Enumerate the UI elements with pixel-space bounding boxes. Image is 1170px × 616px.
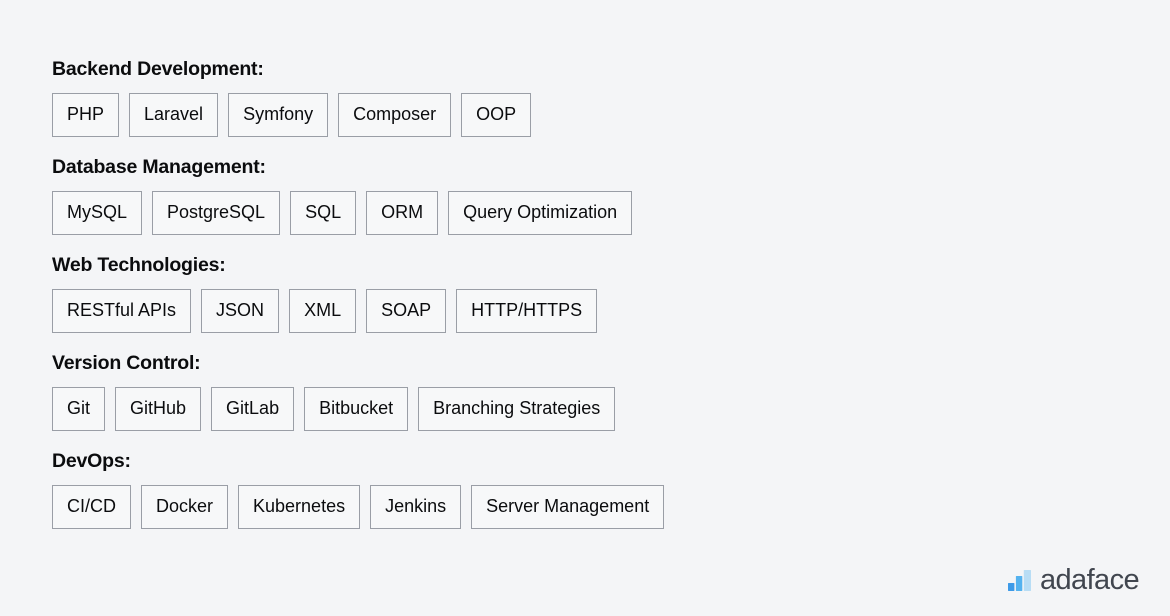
skill-tag: PHP [52,93,120,137]
skill-tag-row: RESTful APIs JSON XML SOAP HTTP/HTTPS [52,289,1052,333]
skill-tag-row: MySQL PostgreSQL SQL ORM Query Optimization [52,191,1052,235]
skill-section: DevOps: CI/CD Docker Kubernetes Jenkins Serve… [52,448,1052,529]
skill-tag: Jenkins [370,485,462,529]
skill-section: Version Control: Git GitHub GitLab Bitbucket… [52,350,1052,431]
skill-tag: Query Optimization [448,191,633,235]
skill-tag: Symfony [228,93,329,137]
skill-tag: CI/CD [52,485,131,529]
skill-tag: RESTful APIs [52,289,192,333]
skill-tag: Server Management [471,485,665,529]
skill-tag: PostgreSQL [152,191,281,235]
skill-section-heading: Database Management: [52,156,266,178]
skill-tag: SQL [290,191,357,235]
skill-tag: Git [52,387,106,431]
skill-tag: SOAP [366,289,447,333]
skill-tag: Laravel [129,93,219,137]
skill-tag: Kubernetes [238,485,361,529]
skill-section-heading: Version Control: [52,352,201,374]
skill-tag: OOP [461,93,532,137]
skills-panel: Backend Development: PHP Laravel Symfony Com… [52,56,1052,529]
adaface-wordmark: adaface [1040,564,1140,596]
bar-chart-icon [1008,570,1031,591]
skill-tag: GitLab [211,387,295,431]
skill-tag-row: CI/CD Docker Kubernetes Jenkins Server Manag… [52,485,1052,529]
skill-tag-row: Git GitHub GitLab Bitbucket Branching Strate… [52,387,1052,431]
skill-section-heading: Web Technologies: [52,254,226,276]
skill-section-heading: Backend Development: [52,58,264,80]
skill-tag: JSON [201,289,280,333]
skill-tag-row: PHP Laravel Symfony Composer OOP [52,93,1052,137]
skill-tag: XML [289,289,357,333]
skill-tag: GitHub [115,387,202,431]
skill-tag: MySQL [52,191,143,235]
skill-tag: ORM [366,191,439,235]
skill-tag: HTTP/HTTPS [456,289,598,333]
skill-tag: Branching Strategies [418,387,616,431]
skill-tag: Composer [338,93,452,137]
skill-tag: Bitbucket [304,387,409,431]
skill-section: Backend Development: PHP Laravel Symfony Com… [52,56,1052,137]
adaface-logo: adaface [1008,564,1140,596]
skill-section: Web Technologies: RESTful APIs JSON XML SOAP… [52,252,1052,333]
skill-section-heading: DevOps: [52,450,131,472]
skill-tag: Docker [141,485,229,529]
skill-section: Database Management: MySQL PostgreSQL SQL OR… [52,154,1052,235]
